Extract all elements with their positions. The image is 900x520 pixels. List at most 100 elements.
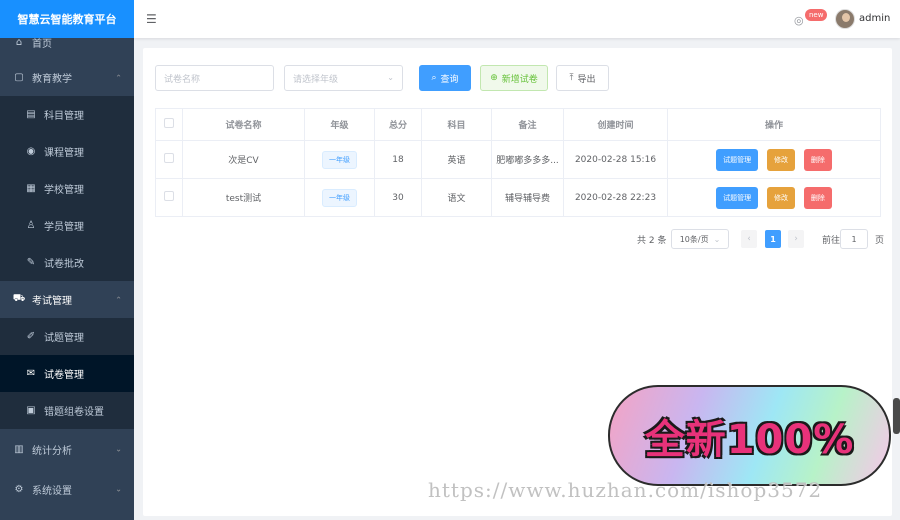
sidebar-item-subjects[interactable]: ▤ 科目管理 bbox=[0, 96, 134, 133]
sidebar-item-label: 学校管理 bbox=[44, 185, 84, 196]
sidebar-item-students[interactable]: ♙ 学员管理 bbox=[0, 207, 134, 244]
subject-cell: 语文 bbox=[421, 178, 492, 217]
brand-title: 智慧云智能教育平台 bbox=[0, 0, 134, 38]
grade-placeholder: 请选择年级 bbox=[293, 74, 339, 85]
eye-icon: ◉ bbox=[26, 146, 36, 157]
username[interactable]: admin bbox=[859, 13, 890, 24]
page-size-value: 10条/页 bbox=[679, 234, 709, 244]
sidebar-menu: ⌂ 首页 ▢ 教育教学 ⌃ ▤ 科目管理 ◉ 课程管理 ▦ 学校管理 ♙ 学员管… bbox=[0, 25, 134, 509]
question-mgmt-button[interactable]: 试题管理 bbox=[716, 148, 759, 171]
export-button[interactable]: ⤒ 导出 bbox=[556, 65, 609, 91]
sidebar-item-teaching[interactable]: ▢ 教育教学 ⌃ bbox=[0, 59, 134, 96]
column-header: 操作 bbox=[667, 108, 881, 141]
notification-icon[interactable]: ◎ bbox=[794, 14, 804, 27]
grade-cell: 一年级 bbox=[304, 178, 375, 217]
new-badge: new bbox=[805, 9, 828, 21]
search-button-label: 查询 bbox=[440, 74, 459, 85]
goto-page-input[interactable]: 1 bbox=[840, 229, 868, 249]
sidebar-item-grading[interactable]: ✎ 试卷批改 bbox=[0, 244, 134, 281]
promo-text: 全新100% bbox=[644, 416, 855, 463]
ops-cell: 试题管理 修改 删除 bbox=[667, 178, 881, 217]
row-checkbox[interactable] bbox=[164, 191, 174, 201]
chevron-up-icon: ⌃ bbox=[115, 73, 122, 82]
add-circle-icon: ⊕ bbox=[490, 73, 498, 83]
add-paper-button-label: 新增试卷 bbox=[501, 74, 538, 85]
user-icon: ♙ bbox=[26, 220, 36, 231]
grade-tag: 一年级 bbox=[322, 188, 357, 207]
sidebar-item-label: 错题组卷设置 bbox=[44, 407, 104, 418]
sidebar-item-statistics[interactable]: ▥ 统计分析 ⌄ bbox=[0, 429, 134, 469]
pagination-total: 共 2 条 bbox=[637, 235, 667, 246]
sidebar-item-label: 科目管理 bbox=[44, 111, 84, 122]
select-all-checkbox[interactable] bbox=[164, 118, 174, 128]
top-header: ☰ ◎ new admin bbox=[134, 0, 900, 38]
edit-icon: ✐ bbox=[26, 331, 36, 342]
book-icon: ▢ bbox=[14, 72, 24, 83]
prev-page-icon[interactable]: ‹ bbox=[741, 230, 757, 248]
created-cell: 2020-02-28 15:16 bbox=[563, 140, 668, 179]
column-header: 创建时间 bbox=[563, 108, 668, 141]
add-paper-button[interactable]: ⊕ 新增试卷 bbox=[480, 65, 548, 91]
paper-name-placeholder: 试卷名称 bbox=[164, 74, 201, 85]
chevron-up-icon: ⌃ bbox=[115, 295, 122, 304]
sidebar-item-papers[interactable]: ✉ 试卷管理 bbox=[0, 355, 134, 392]
row-select-cell[interactable] bbox=[155, 140, 183, 179]
page-size-select[interactable]: 10条/页 ⌄ bbox=[671, 229, 729, 249]
delete-button[interactable]: 删除 bbox=[803, 186, 832, 209]
note-cell: 辅导辅导费 bbox=[491, 178, 564, 217]
envelope-icon: ✉ bbox=[26, 368, 36, 379]
question-mgmt-button[interactable]: 试题管理 bbox=[716, 186, 759, 209]
chevron-down-icon: ⌄ bbox=[115, 444, 122, 454]
sidebar-item-wrong-questions[interactable]: ▣ 错题组卷设置 bbox=[0, 392, 134, 429]
subject-cell: 英语 bbox=[421, 140, 492, 179]
sidebar-item-label: 考试管理 bbox=[32, 296, 72, 307]
settings-icon: ⚙ bbox=[14, 483, 24, 495]
sidebar-item-label: 试卷管理 bbox=[44, 370, 84, 381]
avatar[interactable] bbox=[835, 9, 855, 29]
building-icon: ▦ bbox=[26, 183, 36, 194]
grade-tag: 一年级 bbox=[322, 150, 357, 169]
grade-cell: 一年级 bbox=[304, 140, 375, 179]
sidebar-item-label: 系统设置 bbox=[32, 485, 72, 497]
sidebar-item-settings[interactable]: ⚙ 系统设置 ⌄ bbox=[0, 469, 134, 509]
sidebar-item-schools[interactable]: ▦ 学校管理 bbox=[0, 170, 134, 207]
edit-button[interactable]: 修改 bbox=[767, 186, 795, 209]
paper-name-cell: 次是CV bbox=[182, 140, 305, 179]
briefcase-icon: ▤ bbox=[26, 109, 36, 120]
sidebar-item-courses[interactable]: ◉ 课程管理 bbox=[0, 133, 134, 170]
ops-cell: 试题管理 修改 删除 bbox=[667, 140, 881, 179]
sidebar-item-questions[interactable]: ✐ 试题管理 bbox=[0, 318, 134, 355]
sidebar-item-exams[interactable]: ⛟ 考试管理 ⌃ bbox=[0, 281, 134, 318]
column-header: 年级 bbox=[304, 108, 375, 141]
select-all-cell[interactable] bbox=[155, 108, 183, 141]
row-select-cell[interactable] bbox=[155, 178, 183, 217]
sidebar-item-label: 课程管理 bbox=[44, 148, 84, 159]
sidebar-item-label: 学员管理 bbox=[44, 222, 84, 233]
sidebar: 智慧云智能教育平台 ⌂ 首页 ▢ 教育教学 ⌃ ▤ 科目管理 ◉ 课程管理 ▦ … bbox=[0, 0, 134, 520]
watermark-url: https://www.huzhan.com/ishop3572 bbox=[428, 478, 823, 502]
scrollbar-handle[interactable] bbox=[893, 398, 900, 434]
hamburger-icon[interactable]: ☰ bbox=[146, 12, 157, 26]
sidebar-item-label: 试卷批改 bbox=[44, 259, 84, 270]
delete-button[interactable]: 删除 bbox=[803, 148, 832, 171]
car-icon: ⛟ bbox=[12, 293, 26, 304]
paper-name-input[interactable]: 试卷名称 bbox=[155, 65, 274, 91]
home-icon: ⌂ bbox=[15, 36, 23, 48]
next-page-icon[interactable]: › bbox=[788, 230, 804, 248]
stamp-icon: ✎ bbox=[26, 257, 36, 268]
grade-select[interactable]: 请选择年级 ⌄ bbox=[284, 65, 403, 91]
table-header-row: 试卷名称 年级 总分 科目 备注 创建时间 操作 bbox=[155, 108, 881, 141]
chevron-down-icon: ⌄ bbox=[387, 73, 394, 82]
goto-page-value: 1 bbox=[851, 234, 857, 244]
row-checkbox[interactable] bbox=[164, 153, 174, 163]
table-row: 次是CV 一年级 18 英语 肥嘟嘟多多多... 2020-02-28 15:1… bbox=[155, 140, 881, 179]
score-cell: 18 bbox=[374, 140, 422, 179]
search-button[interactable]: ⌕ 查询 bbox=[419, 65, 471, 91]
page-number-current[interactable]: 1 bbox=[765, 230, 781, 248]
created-cell: 2020-02-28 22:23 bbox=[563, 178, 668, 217]
page-suffix: 页 bbox=[875, 235, 885, 246]
sidebar-item-label: 教育教学 bbox=[32, 74, 72, 85]
export-button-label: 导出 bbox=[577, 74, 596, 85]
upload-icon: ⤒ bbox=[569, 73, 574, 83]
edit-button[interactable]: 修改 bbox=[767, 148, 795, 171]
